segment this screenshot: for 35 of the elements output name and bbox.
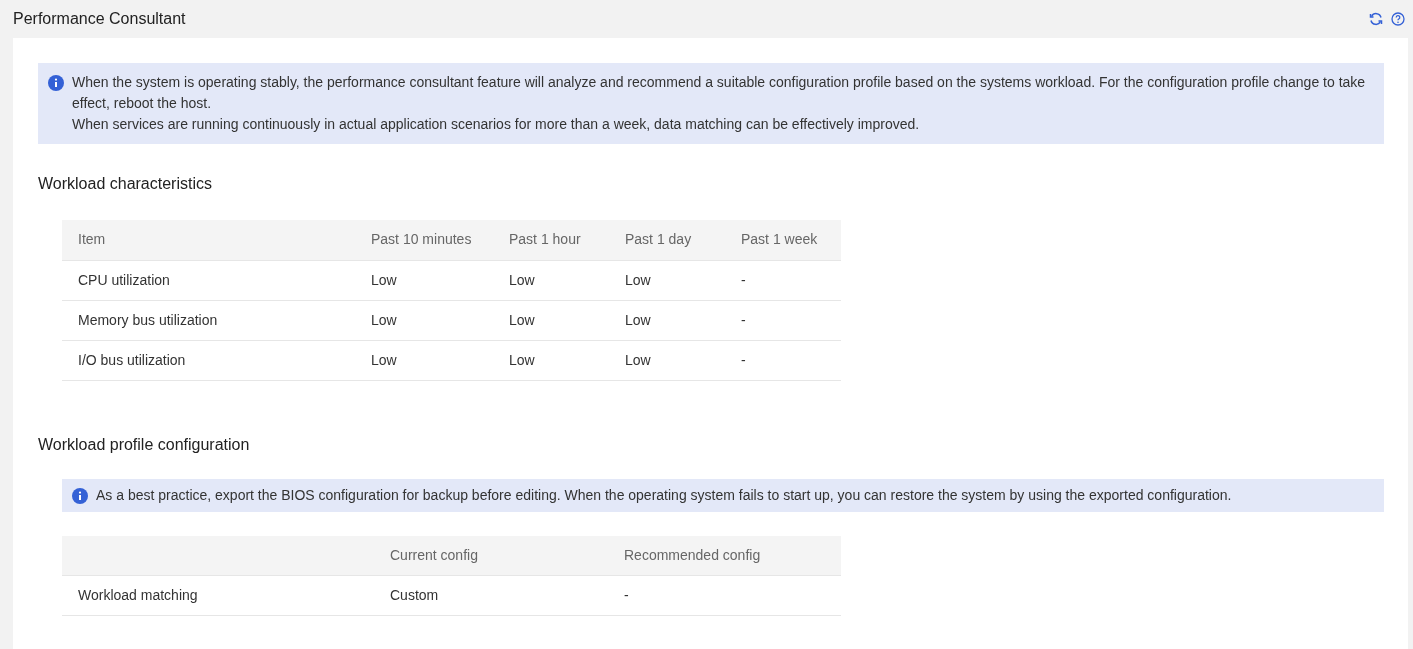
table-cell: Low <box>493 340 609 380</box>
table-cell: Low <box>493 300 609 340</box>
table-cell: Low <box>355 260 493 300</box>
table-cell: Low <box>609 300 725 340</box>
notice-text: When the system is operating stably, the performance consultant feature will analyze and recommend a suitable configuration profile based on the systems workload. For the configuration profile change to take effect, reboot the host. <box>72 73 1367 113</box>
table-cell: Low <box>355 300 493 340</box>
column-header: Current config <box>374 535 608 576</box>
table-cell: Low <box>609 340 725 380</box>
table-cell: - <box>608 575 841 616</box>
notice-text: As a best practice, export the BIOS configuration for backup before editing. When the operating system fails to start up, you can restore the system by using the exported configuration. <box>96 485 1232 505</box>
column-header: Past 10 minutes <box>355 220 493 260</box>
table-cell: Workload matching <box>62 575 374 616</box>
info-icon <box>48 75 64 91</box>
table-cell: Low <box>609 260 725 300</box>
section-heading: Workload profile configuration <box>38 434 251 455</box>
notice-text: When services are running continuously in actual application scenarios for more than a week, data matching can be effectively improved. <box>72 115 921 134</box>
refresh-icon[interactable] <box>1369 12 1383 26</box>
table-cell: - <box>725 300 841 340</box>
column-header: Past 1 hour <box>493 220 609 260</box>
table-cell: Custom <box>374 575 608 616</box>
section-heading: Workload characteristics <box>38 174 213 194</box>
table-cell: CPU utilization <box>62 260 355 300</box>
help-icon[interactable] <box>1391 12 1405 26</box>
column-header: Item <box>62 220 355 260</box>
table-cell: Low <box>355 340 493 380</box>
info-icon <box>72 487 88 504</box>
page-title: Performance Consultant <box>13 9 186 29</box>
table-cell: I/O bus utilization <box>62 340 355 380</box>
column-header: Past 1 week <box>725 220 841 260</box>
table-cell: Memory bus utilization <box>62 300 355 340</box>
table-cell: - <box>725 340 841 380</box>
column-header: Recommended config <box>608 535 841 576</box>
table-cell: - <box>725 260 841 300</box>
column-header: Past 1 day <box>609 220 725 260</box>
table-cell: Low <box>493 260 609 300</box>
